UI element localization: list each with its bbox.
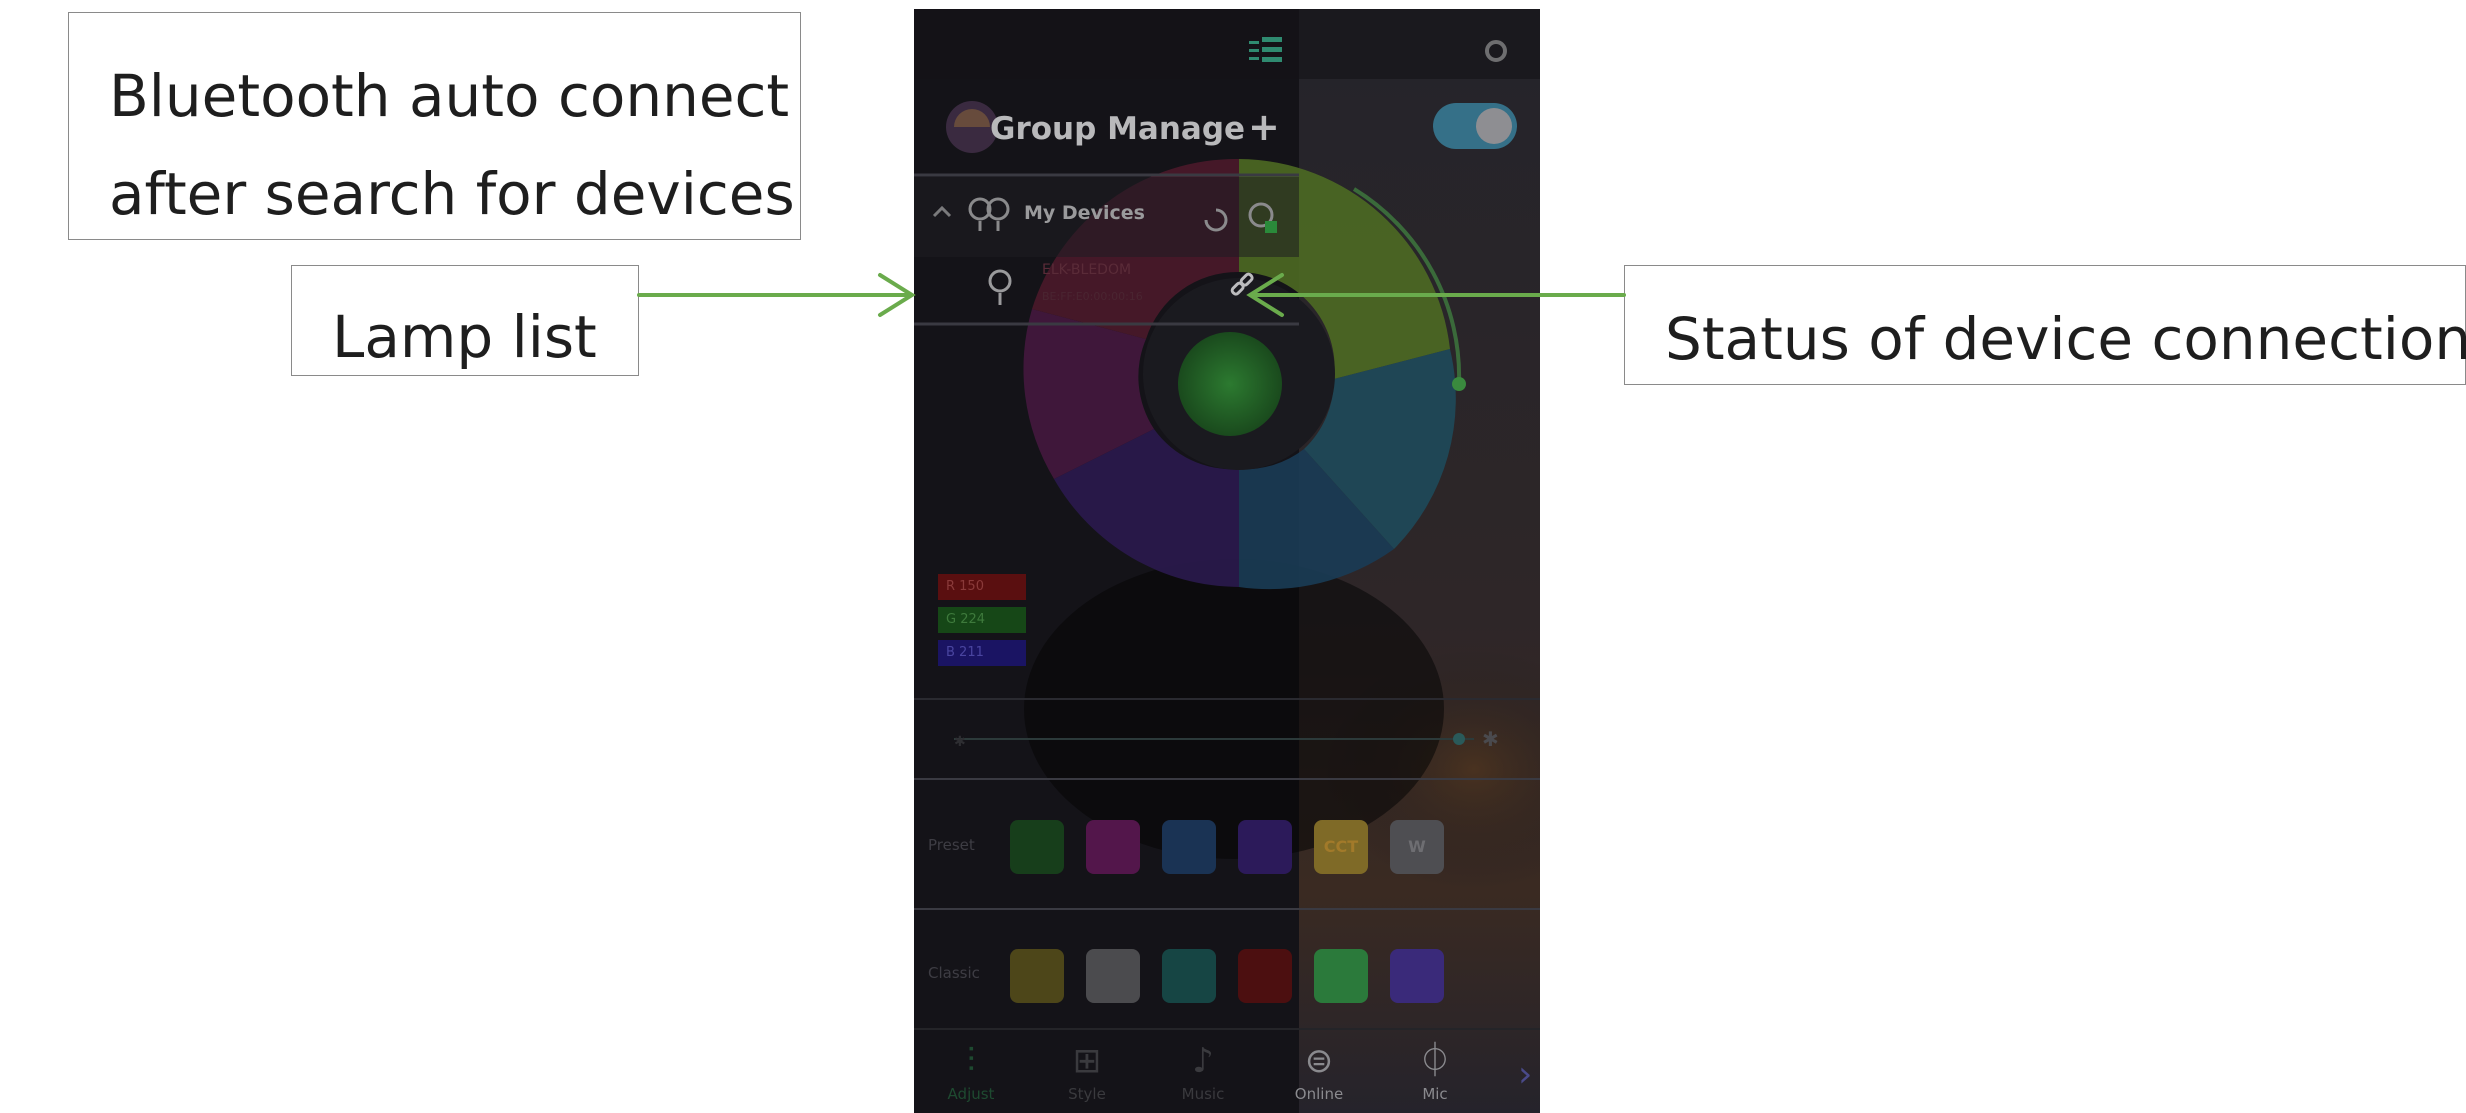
online-icon: ⊜ [1304,1041,1334,1081]
device-name[interactable]: ELK-BLEDOM [1042,262,1131,278]
style-icon: ⊞ [1072,1041,1102,1081]
callout-status-connection: Status of device connection [1624,265,2466,385]
classic-swatch-3[interactable] [1162,949,1216,1003]
music-icon: ♪ [1192,1041,1214,1081]
nav-label: Online [1294,1085,1344,1103]
color-preview-circle [1178,332,1282,436]
nav-online[interactable]: ⊜ Online [1274,1039,1364,1103]
classic-label: Classic [928,964,980,982]
nav-more-chevron-icon[interactable]: › [1518,1054,1532,1095]
nav-label: Music [1181,1085,1225,1103]
callout-auto-connect-line1: Bluetooth auto connect [109,62,790,130]
nav-music[interactable]: ♪ Music [1158,1039,1248,1103]
preset-swatch-2[interactable] [1086,820,1140,874]
callout-lamp-list-text: Lamp list [332,303,597,371]
classic-swatch-6[interactable] [1390,949,1444,1003]
adjust-icon: ⫶ [966,1041,976,1081]
rgb-blue-value[interactable]: B 211 [938,640,1026,666]
nav-label: Adjust [947,1085,995,1103]
callout-auto-connect: Bluetooth auto connect after search for … [68,12,801,240]
lamp-icon [988,269,1012,305]
phone-background: ✱ ✱ [914,9,1540,1113]
preset-swatch-4[interactable] [1238,820,1292,874]
callout-auto-connect-line2: after search for devices [109,160,795,228]
rgb-red-value[interactable]: R 150 [938,574,1026,600]
svg-text:✱: ✱ [954,734,966,750]
add-group-button[interactable]: + [1248,105,1280,149]
nav-mic[interactable]: ⏀ Mic [1390,1039,1480,1103]
nav-label: Style [1068,1085,1106,1103]
classic-swatch-5[interactable] [1314,949,1368,1003]
preset-swatch-1[interactable] [1010,820,1064,874]
brightness-arc-handle [1452,377,1466,391]
nav-style[interactable]: ⊞ Style [1042,1039,1132,1103]
classic-swatch-1[interactable] [1010,949,1064,1003]
mic-icon: ⏀ [1418,1041,1452,1081]
callout-status-text: Status of device connection [1665,305,2466,373]
svg-text:✱: ✱ [1482,727,1499,751]
device-mac: BE:FF:E0:00:00:16 [1042,290,1143,303]
nav-label: Mic [1422,1085,1448,1103]
rgb-green-value[interactable]: G 224 [938,607,1026,633]
preset-swatch-3[interactable] [1162,820,1216,874]
group-manage-title[interactable]: Group Manage [990,111,1245,147]
preset-swatch-5[interactable]: CCT [1314,820,1368,874]
phone-screenshot: ✱ ✱ Group Manage + My Devices ELK-BLEDOM… [914,9,1540,1113]
classic-swatch-2[interactable] [1086,949,1140,1003]
nav-adjust[interactable]: ⫶ Adjust [926,1039,1016,1103]
my-devices-label[interactable]: My Devices [1024,202,1145,224]
callout-lamp-list: Lamp list [291,265,639,376]
classic-swatch-4[interactable] [1238,949,1292,1003]
preset-swatch-6[interactable]: W [1390,820,1444,874]
preset-label: Preset [928,836,975,854]
